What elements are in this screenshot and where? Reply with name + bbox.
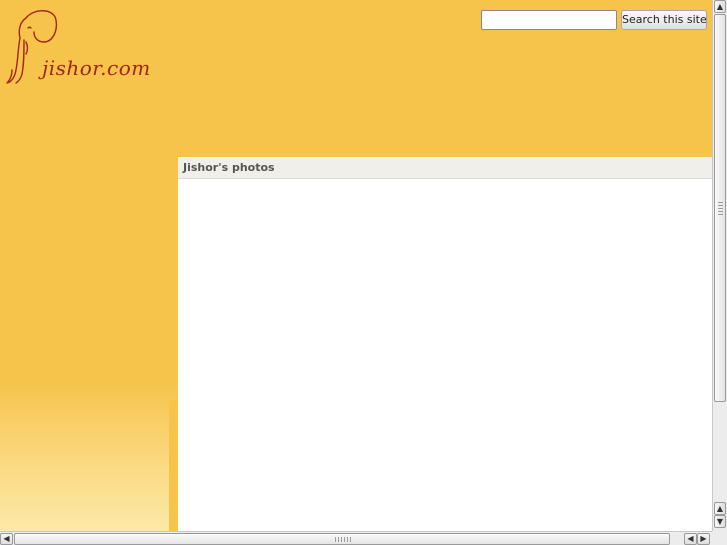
scroll-up-arrow-icon[interactable]: ▲: [714, 0, 726, 13]
scroll-up-arrow-icon[interactable]: ▲: [714, 502, 726, 515]
scroll-right-arrow-icon[interactable]: ▶: [697, 533, 710, 545]
page: jishor.com Search this site Jishor's pho…: [0, 0, 727, 545]
horizontal-scrollbar[interactable]: ◀ ◀ ▶: [0, 531, 727, 545]
grip-icon: [718, 202, 723, 216]
logo-text: jishor.com: [42, 56, 151, 80]
scroll-down-arrow-icon[interactable]: ▼: [714, 515, 726, 528]
panel-side-strip: [169, 400, 178, 531]
photos-panel: Jishor's photos: [178, 157, 712, 531]
site-logo[interactable]: jishor.com: [4, 8, 150, 88]
photos-content-area: [178, 179, 712, 531]
search-input[interactable]: [481, 10, 617, 30]
search-button[interactable]: Search this site: [621, 10, 707, 30]
vertical-scrollbar[interactable]: ▲ ▲ ▼: [712, 0, 727, 531]
scroll-left-arrow-icon[interactable]: ◀: [0, 533, 13, 545]
scrollbar-corner: [712, 531, 727, 545]
panel-title: Jishor's photos: [178, 157, 712, 179]
grip-icon: [335, 537, 351, 542]
scroll-left-arrow-icon[interactable]: ◀: [684, 533, 697, 545]
horizontal-scroll-thumb[interactable]: [14, 533, 670, 545]
vertical-scroll-thumb[interactable]: [714, 14, 726, 402]
